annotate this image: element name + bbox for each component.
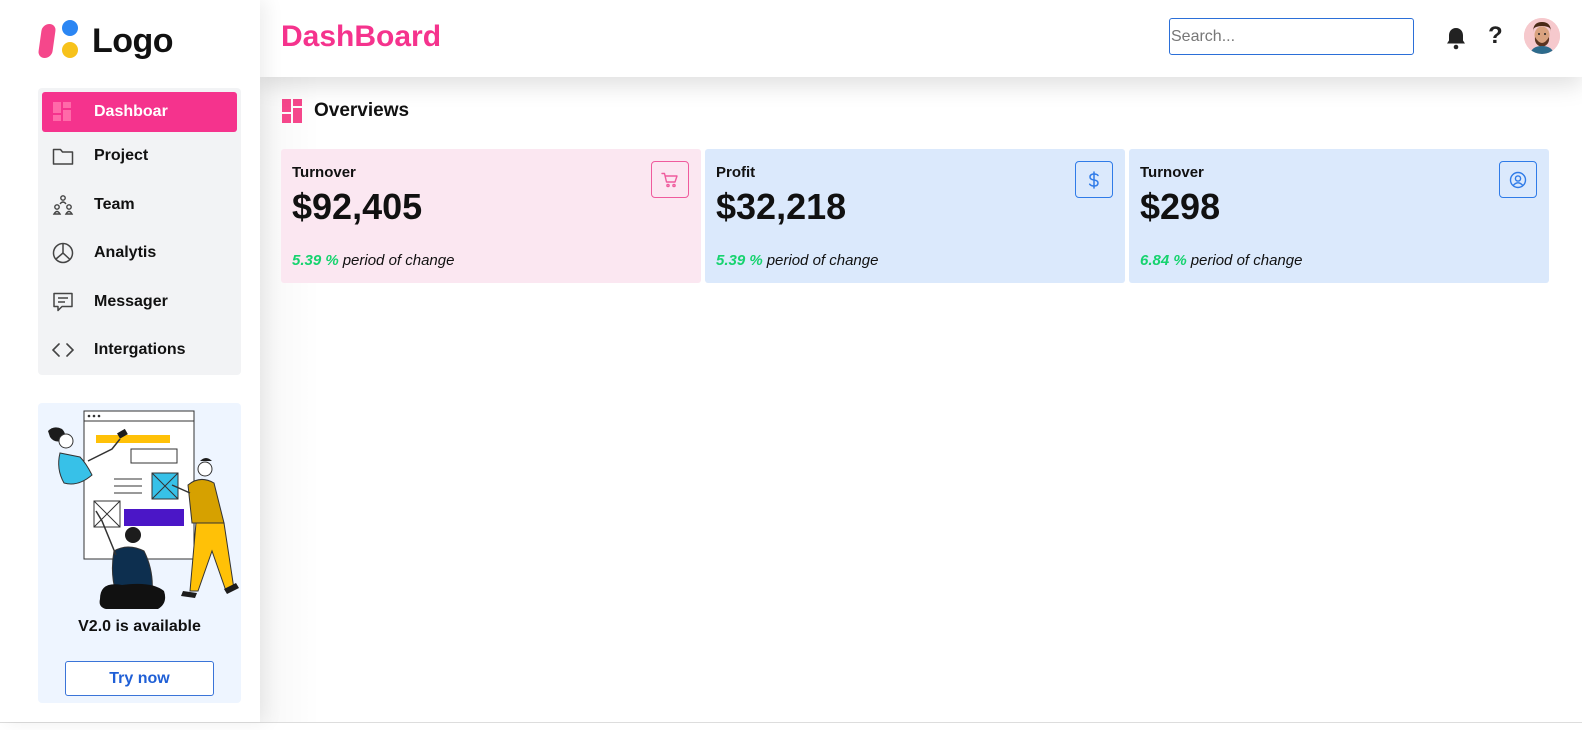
help-button[interactable]: ? — [1488, 22, 1503, 50]
message-icon — [52, 291, 74, 313]
card-label: Turnover — [292, 164, 356, 181]
card-label: Profit — [716, 164, 756, 181]
card-label: Turnover — [1140, 164, 1204, 181]
top-header: DashBoard ? — [260, 0, 1582, 77]
cart-icon[interactable] — [651, 161, 689, 198]
section-title: Overviews — [314, 100, 410, 121]
sidebar-item-label: Team — [94, 195, 135, 213]
team-icon — [52, 194, 74, 216]
sidebar-item-label: Analytis — [94, 244, 157, 262]
sidebar-item-dashboard[interactable]: Dashboar — [42, 92, 237, 132]
sidebar-item-analytics[interactable]: Analytis — [38, 229, 241, 278]
pie-chart-icon — [52, 242, 74, 264]
bottom-divider — [0, 722, 1582, 723]
search-input[interactable] — [1169, 18, 1414, 55]
stat-card-turnover-2: Turnover $298 6.84 % period of change — [1129, 149, 1549, 283]
change-percent: 5.39 % — [292, 252, 339, 269]
avatar[interactable] — [1524, 18, 1560, 54]
overview-grid-icon — [282, 99, 302, 123]
main-content: Overviews Turnover $92,405 5.39 % period … — [260, 77, 1582, 722]
card-change: 6.84 % period of change — [1140, 252, 1302, 269]
sidebar-item-messager[interactable]: Messager — [38, 278, 241, 327]
sidebar-item-label: Dashboar — [94, 103, 168, 120]
sidebar: Logo Dashboar Project Team Analytis Mess… — [0, 0, 260, 722]
stat-card-profit: Profit $32,218 5.39 % period of change — [705, 149, 1125, 283]
logo-mark-icon — [37, 20, 82, 62]
sidebar-item-label: Intergations — [94, 341, 186, 359]
code-brackets-icon — [52, 339, 74, 361]
try-now-button[interactable]: Try now — [65, 661, 214, 696]
card-change: 5.39 % period of change — [292, 252, 454, 269]
dollar-icon[interactable] — [1075, 161, 1113, 198]
user-circle-icon[interactable] — [1499, 161, 1537, 198]
sidebar-item-project[interactable]: Project — [38, 132, 241, 181]
bell-icon[interactable] — [1445, 26, 1467, 50]
change-text: period of change — [766, 252, 879, 269]
team-collaboration-illustration — [48, 410, 239, 609]
logo-text: Logo — [92, 21, 174, 60]
stat-card-turnover: Turnover $92,405 5.39 % period of change — [281, 149, 701, 283]
dashboard-grid-icon — [52, 101, 74, 123]
change-percent: 6.84 % — [1140, 252, 1187, 269]
change-text: period of change — [1190, 252, 1303, 269]
sidebar-nav: Dashboar Project Team Analytis Messager — [38, 88, 241, 375]
card-value: $32,218 — [716, 186, 847, 227]
overview-header: Overviews — [282, 99, 409, 123]
change-text: period of change — [342, 252, 455, 269]
sidebar-item-label: Project — [94, 147, 149, 165]
sidebar-item-label: Messager — [94, 292, 168, 310]
card-value: $298 — [1140, 186, 1221, 227]
logo[interactable]: Logo — [37, 20, 174, 62]
card-value: $92,405 — [292, 186, 423, 227]
folder-icon — [52, 145, 74, 167]
card-change: 5.39 % period of change — [716, 252, 878, 269]
sidebar-item-team[interactable]: Team — [38, 181, 241, 230]
promo-title: V2.0 is available — [78, 618, 201, 635]
sidebar-item-integrations[interactable]: Intergations — [38, 326, 241, 375]
upgrade-promo-card: V2.0 is available Try now — [38, 403, 241, 703]
page-title: DashBoard — [281, 20, 442, 53]
change-percent: 5.39 % — [716, 252, 763, 269]
